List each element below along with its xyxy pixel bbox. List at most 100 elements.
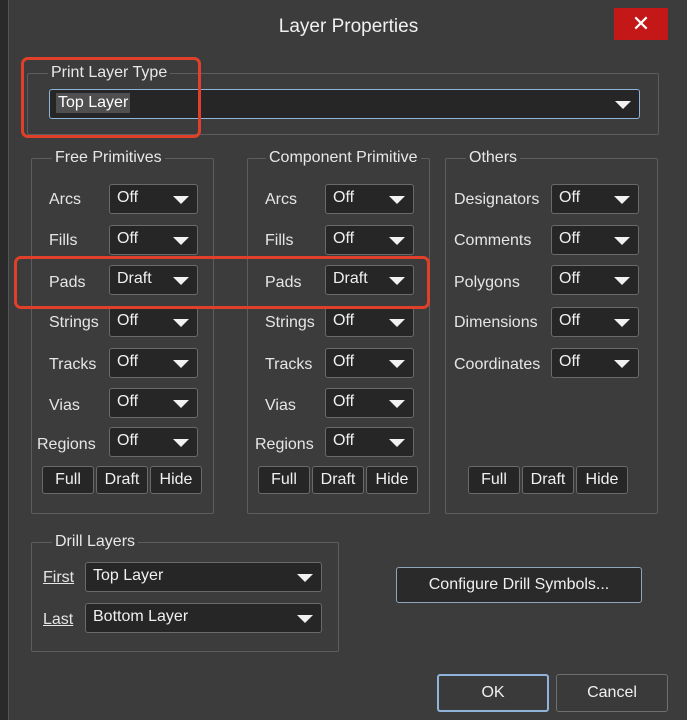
highlight-print-layer-type: [21, 57, 201, 138]
others-full-button[interactable]: Full: [468, 466, 520, 494]
chevron-down-icon: [614, 237, 630, 245]
highlight-pads-row: [14, 256, 430, 309]
chevron-down-icon: [614, 277, 630, 285]
component-tracks-select[interactable]: Off: [325, 348, 414, 378]
free-strings-label: Strings: [49, 314, 99, 331]
chevron-down-icon: [173, 196, 189, 204]
others-designators-label: Designators: [454, 191, 540, 208]
others-polygons-label: Polygons: [454, 274, 520, 291]
others-hide-button[interactable]: Hide: [576, 466, 628, 494]
others-comments-label: Comments: [454, 232, 532, 249]
free-regions-label: Regions: [37, 436, 96, 453]
drill-first-label: First: [43, 569, 75, 586]
others-dimensions-select[interactable]: Off: [551, 307, 639, 337]
drill-last-value: Bottom Layer: [93, 608, 189, 625]
others-dimensions-label: Dimensions: [454, 314, 538, 331]
others-comments-select[interactable]: Off: [551, 225, 639, 255]
component-vias-select[interactable]: Off: [325, 388, 414, 418]
free-vias-label: Vias: [49, 397, 80, 414]
chevron-down-icon: [389, 196, 405, 204]
drill-layers-title: Drill Layers: [52, 533, 139, 551]
chevron-down-icon: [615, 101, 631, 109]
dialog-title: Layer Properties: [278, 16, 419, 37]
component-arcs-select[interactable]: Off: [325, 184, 414, 214]
drill-last-label: Last: [43, 611, 74, 628]
component-hide-button[interactable]: Hide: [366, 466, 418, 494]
drill-first-select[interactable]: Top Layer: [85, 562, 322, 592]
component-strings-value: Off: [333, 312, 355, 329]
chevron-down-icon: [389, 360, 405, 368]
drill-first-value: Top Layer: [93, 567, 164, 584]
others-coordinates-select[interactable]: Off: [551, 348, 639, 378]
others-title: Others: [466, 149, 521, 167]
chevron-down-icon: [614, 196, 630, 204]
free-vias-value: Off: [117, 393, 139, 410]
component-fills-select[interactable]: Off: [325, 225, 414, 255]
others-polygons-select[interactable]: Off: [551, 265, 639, 295]
drill-layers-group: Drill Layers: [31, 533, 339, 652]
background-window-strip: [0, 0, 8, 720]
chevron-down-icon: [614, 319, 630, 327]
close-icon: ✕: [631, 11, 651, 36]
chevron-down-icon: [389, 400, 405, 408]
free-primitives-title: Free Primitives: [52, 149, 165, 167]
free-draft-button[interactable]: Draft: [96, 466, 148, 494]
component-strings-label: Strings: [265, 314, 315, 331]
component-vias-label: Vias: [265, 397, 296, 414]
free-fills-select[interactable]: Off: [109, 225, 198, 255]
free-full-button[interactable]: Full: [42, 466, 94, 494]
component-arcs-value: Off: [333, 189, 355, 206]
chevron-down-icon: [389, 237, 405, 245]
component-fills-label: Fills: [265, 232, 294, 249]
chevron-down-icon: [173, 360, 189, 368]
free-tracks-value: Off: [117, 353, 139, 370]
others-comments-value: Off: [559, 230, 581, 247]
component-primitive-title: Component Primitive: [266, 149, 421, 167]
chevron-down-icon: [297, 615, 313, 623]
chevron-down-icon: [389, 319, 405, 327]
free-regions-value: Off: [117, 432, 139, 449]
chevron-down-icon: [173, 439, 189, 447]
others-coordinates-value: Off: [559, 353, 581, 370]
component-vias-value: Off: [333, 393, 355, 410]
layer-properties-dialog: Layer Properties ✕ Print Layer Type Top …: [8, 0, 687, 720]
chevron-down-icon: [173, 237, 189, 245]
free-regions-select[interactable]: Off: [109, 427, 198, 457]
free-hide-button[interactable]: Hide: [150, 466, 202, 494]
component-tracks-value: Off: [333, 353, 355, 370]
chevron-down-icon: [389, 439, 405, 447]
component-full-button[interactable]: Full: [258, 466, 310, 494]
component-draft-button[interactable]: Draft: [312, 466, 364, 494]
ok-button[interactable]: OK: [437, 674, 549, 712]
others-dimensions-value: Off: [559, 312, 581, 329]
component-regions-select[interactable]: Off: [325, 427, 414, 457]
free-vias-select[interactable]: Off: [109, 388, 198, 418]
component-regions-value: Off: [333, 432, 355, 449]
configure-drill-symbols-button[interactable]: Configure Drill Symbols...: [396, 567, 642, 603]
component-strings-select[interactable]: Off: [325, 307, 414, 337]
free-arcs-value: Off: [117, 189, 139, 206]
component-arcs-label: Arcs: [265, 191, 297, 208]
chevron-down-icon: [297, 574, 313, 582]
chevron-down-icon: [173, 319, 189, 327]
free-strings-value: Off: [117, 312, 139, 329]
others-polygons-value: Off: [559, 270, 581, 287]
free-tracks-label: Tracks: [49, 356, 97, 373]
chevron-down-icon: [614, 360, 630, 368]
others-coordinates-label: Coordinates: [454, 356, 541, 373]
chevron-down-icon: [173, 400, 189, 408]
others-draft-button[interactable]: Draft: [522, 466, 574, 494]
others-designators-select[interactable]: Off: [551, 184, 639, 214]
drill-last-select[interactable]: Bottom Layer: [85, 603, 322, 633]
component-fills-value: Off: [333, 230, 355, 247]
others-designators-value: Off: [559, 189, 581, 206]
cancel-button[interactable]: Cancel: [556, 674, 668, 712]
free-fills-value: Off: [117, 230, 139, 247]
free-tracks-select[interactable]: Off: [109, 348, 198, 378]
free-arcs-select[interactable]: Off: [109, 184, 198, 214]
component-regions-label: Regions: [255, 436, 314, 453]
free-fills-label: Fills: [49, 232, 78, 249]
free-strings-select[interactable]: Off: [109, 307, 198, 337]
component-tracks-label: Tracks: [265, 356, 313, 373]
close-button[interactable]: ✕: [614, 8, 668, 40]
